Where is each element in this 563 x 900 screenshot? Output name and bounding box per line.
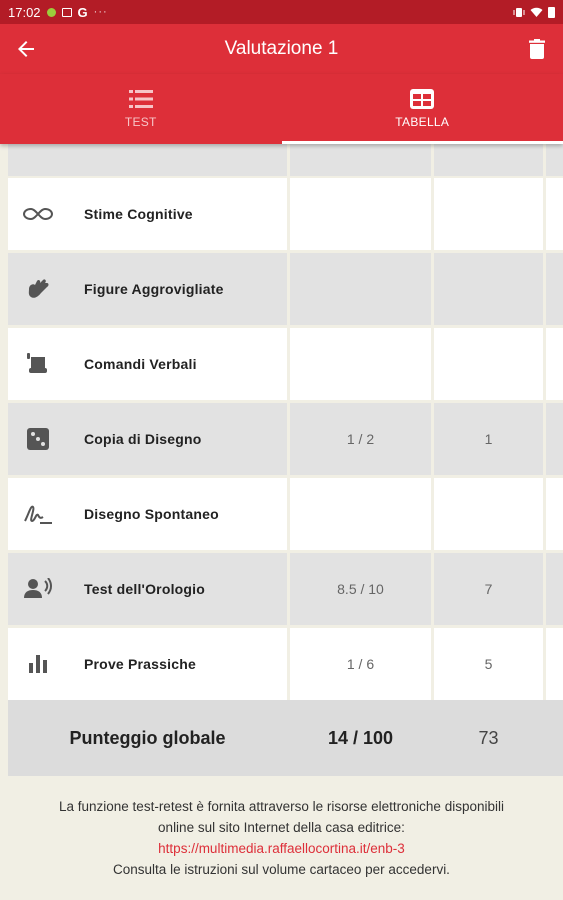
- row-score-cell: [290, 178, 431, 250]
- row-label: Figure Aggrovigliate: [84, 281, 224, 297]
- row-score-cell: 1 / 2: [290, 403, 431, 475]
- app-bar: Valutazione 1: [0, 24, 563, 74]
- row-result-cell: [434, 253, 543, 325]
- row-value-cell: [434, 144, 543, 176]
- total-label: Punteggio globale: [69, 727, 226, 748]
- row-label: Comandi Verbali: [84, 356, 197, 372]
- row-score-cell: 8.5 / 10: [290, 553, 431, 625]
- row-result-cell: [434, 478, 543, 550]
- g-notification-icon: G: [77, 4, 88, 20]
- row-extra-cell: [546, 628, 563, 700]
- tab-tabella[interactable]: TABELLA: [281, 74, 563, 144]
- status-time: 17:02: [8, 4, 41, 20]
- row-result-cell: 7: [434, 553, 543, 625]
- row-result-cell: [434, 178, 543, 250]
- total-row: Punteggio globale 14 / 100 73: [8, 700, 563, 776]
- row-score-cell: 1 / 6: [290, 628, 431, 700]
- tab-test[interactable]: TEST: [0, 74, 282, 144]
- footer-line-3: Consulta le istruzioni sul volume cartac…: [113, 862, 450, 877]
- status-right: [513, 6, 555, 18]
- row-name-cell: [8, 144, 287, 176]
- row-extra-cell: [546, 553, 563, 625]
- document-icon: [8, 144, 68, 157]
- table-row[interactable]: Prove Prassiche 1 / 6 5: [0, 628, 563, 700]
- row-name-cell: Disegno Spontaneo: [8, 478, 287, 550]
- row-extra-cell: [546, 253, 563, 325]
- infinity-icon: [8, 207, 68, 221]
- signature-icon: [8, 503, 68, 525]
- tab-bar: TEST TABELLA: [0, 74, 563, 144]
- voice-person-icon: [8, 578, 68, 600]
- score-table[interactable]: Stime Cognitive Figure Aggrovigliate Com…: [0, 144, 563, 776]
- back-button[interactable]: [0, 24, 52, 74]
- row-name-cell: Stime Cognitive: [8, 178, 287, 250]
- notification-dot-icon: [46, 7, 56, 17]
- row-name-cell: Figure Aggrovigliate: [8, 253, 287, 325]
- battery-icon: [548, 6, 555, 18]
- row-extra-cell: [546, 178, 563, 250]
- row-label: Copia di Disegno: [84, 431, 202, 447]
- scroll-icon: [8, 353, 68, 375]
- row-label: Stime Cognitive: [84, 206, 193, 222]
- row-name-cell: Prove Prassiche: [8, 628, 287, 700]
- list-icon: [128, 90, 153, 108]
- table-row[interactable]: Figure Aggrovigliate: [0, 253, 563, 325]
- row-name-cell: Copia di Disegno: [8, 403, 287, 475]
- bar-chart-icon: [8, 655, 68, 673]
- status-bar: 17:02 G ···: [0, 0, 563, 24]
- trash-icon: [529, 39, 545, 59]
- row-score-cell: [290, 478, 431, 550]
- publisher-link[interactable]: https://multimedia.raffaellocortina.it/e…: [0, 838, 563, 859]
- table-row[interactable]: Copia di Disegno 1 / 2 1: [0, 403, 563, 475]
- table-row[interactable]: Stime Cognitive: [0, 178, 563, 250]
- row-label: Prove Prassiche: [84, 656, 196, 672]
- delete-button[interactable]: [511, 24, 563, 74]
- arrow-left-icon: [18, 41, 34, 57]
- footer-info: La funzione test-retest è fornita attrav…: [0, 776, 563, 900]
- row-value-cell: [546, 144, 563, 176]
- table-row[interactable]: Disegno Spontaneo: [0, 478, 563, 550]
- dice-icon: [8, 428, 68, 450]
- tab-test-label: TEST: [124, 115, 157, 129]
- table-row[interactable]: Comandi Verbali: [0, 328, 563, 400]
- footer-line-1: La funzione test-retest è fornita attrav…: [59, 799, 504, 814]
- row-result-cell: 5: [434, 628, 543, 700]
- status-left: 17:02 G ···: [8, 5, 108, 20]
- total-score: 14 / 100: [327, 727, 394, 748]
- row-score-cell: [290, 253, 431, 325]
- wifi-icon: [530, 7, 543, 17]
- row-label: Test dell'Orologio: [84, 581, 206, 597]
- tab-tabella-label: TABELLA: [395, 115, 450, 129]
- table-row[interactable]: Test dell'Orologio 8.5 / 10 7: [0, 553, 563, 625]
- more-notifications-icon: ···: [93, 6, 108, 18]
- row-result-cell: [434, 328, 543, 400]
- footer-line-2: online sul sito Internet della casa edit…: [158, 820, 405, 835]
- row-value-cell: [290, 144, 431, 176]
- table-row: [0, 144, 563, 176]
- row-score-cell: [290, 328, 431, 400]
- image-notification-icon: [61, 7, 72, 17]
- total-result: 73: [478, 727, 499, 748]
- row-extra-cell: [546, 403, 563, 475]
- row-name-cell: Comandi Verbali: [8, 328, 287, 400]
- row-name-cell: Test dell'Orologio: [8, 553, 287, 625]
- vibrate-icon: [513, 7, 525, 17]
- table-icon: [410, 89, 435, 109]
- row-extra-cell: [546, 478, 563, 550]
- row-extra-cell: [546, 328, 563, 400]
- row-label: Disegno Spontaneo: [84, 506, 219, 522]
- hand-sign-icon: [8, 277, 68, 301]
- page-title: Valutazione 1: [224, 38, 339, 59]
- row-result-cell: 1: [434, 403, 543, 475]
